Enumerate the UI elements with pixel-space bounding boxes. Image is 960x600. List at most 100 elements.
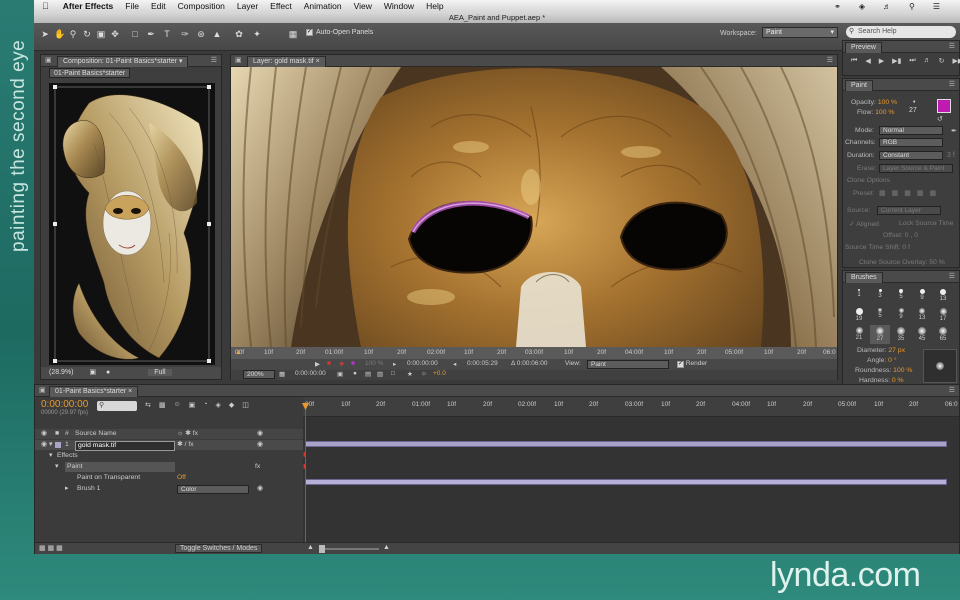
out-point-icon[interactable]: ■	[327, 360, 331, 367]
previous-frame-icon[interactable]: ◀	[865, 57, 870, 65]
type-tool-icon[interactable]: T	[162, 29, 172, 39]
brush-tip[interactable]: 1	[849, 287, 869, 306]
graph-editor-icon[interactable]: ◫	[242, 401, 249, 409]
brush-tip[interactable]: 3	[870, 287, 890, 306]
motion-blur-icon[interactable]: ◔	[203, 401, 207, 409]
grid-icon[interactable]: ▦	[279, 370, 285, 378]
brush-row[interactable]: ▸ Brush 1 Color ◉	[35, 484, 303, 494]
toggle-panes-icon[interactable]: ▦ ▦ ▦	[39, 544, 63, 552]
set-in-icon[interactable]: ▸	[393, 360, 396, 368]
rotate-tool-icon[interactable]: ↻	[82, 29, 92, 39]
swap-colors-icon[interactable]: ↺	[937, 115, 943, 123]
auto-open-panels-checkbox[interactable]: ✓	[306, 29, 313, 36]
column-source-name[interactable]: Source Name	[75, 429, 117, 439]
hardness-value[interactable]: 0 %	[892, 377, 904, 384]
brush-tip[interactable]: 9	[891, 306, 911, 325]
source-time-shift-value[interactable]: 0 f	[902, 244, 910, 251]
workspace-dropdown[interactable]: Paint ▾	[762, 27, 838, 38]
magnification-dropdown[interactable]: (28.9%)	[49, 369, 74, 376]
brush-tool-icon[interactable]: ✑	[180, 29, 190, 39]
in-point-icon[interactable]: ▶	[315, 360, 320, 368]
clone-stamp-tool-icon[interactable]: ⊛	[196, 29, 206, 39]
layer-duration-bar[interactable]	[305, 441, 947, 447]
panel-menu-icon[interactable]: ☰	[949, 272, 955, 280]
selection-tool-icon[interactable]: ➤	[40, 29, 50, 39]
composition-mini-flowchart-icon[interactable]: ⇆	[145, 401, 151, 409]
menu-view[interactable]: View	[354, 1, 372, 11]
frame-blending-icon[interactable]: ▣	[189, 401, 196, 409]
clone-preset-icon[interactable]: ▦	[879, 189, 886, 197]
region-icon[interactable]: □	[391, 370, 395, 377]
opacity-value[interactable]: 100 %	[878, 99, 897, 106]
brush-tip[interactable]: 19	[849, 306, 869, 325]
pen-tool-icon[interactable]: ✒	[146, 29, 156, 39]
panel-menu-icon[interactable]: ☰	[211, 56, 217, 64]
camera-tool-icon[interactable]: ▣	[96, 29, 106, 39]
set-out-icon[interactable]: ◂	[453, 360, 456, 368]
brush-duration-bar[interactable]	[305, 479, 947, 485]
brush-tip[interactable]: 13	[912, 306, 932, 325]
resolution-dropdown[interactable]: Full	[148, 369, 172, 376]
diameter-value[interactable]: 27 px	[888, 347, 905, 354]
clone-overlay-value[interactable]: 50 %	[929, 259, 945, 266]
shy-icon[interactable]: ☺	[174, 401, 181, 409]
color-icon[interactable]: ●	[106, 369, 110, 376]
current-time-indicator[interactable]	[305, 405, 306, 542]
menu-composition[interactable]: Composition	[178, 1, 225, 11]
lock-icon[interactable]: ▣	[39, 386, 46, 394]
show-snapshot-icon[interactable]: ●	[353, 370, 357, 377]
clone-preset-icon[interactable]: ▦	[917, 189, 924, 197]
zoom-slider-handle[interactable]	[319, 545, 325, 553]
roto-brush-tool-icon[interactable]: ✿	[234, 29, 244, 39]
apple-menu-icon[interactable]: 	[42, 1, 49, 11]
lock-icon[interactable]: ▣	[45, 56, 52, 64]
brush-tip[interactable]: 27	[870, 325, 890, 344]
eraser-tool-icon[interactable]: ▲	[212, 29, 222, 39]
tab-layer[interactable]: Layer: gold mask.tif ×	[247, 56, 326, 67]
hand-tool-icon[interactable]: ✋	[54, 29, 65, 39]
layer-row[interactable]: ◉ ▾ 1 gold mask.tif ✱ / fx ◉	[35, 440, 303, 451]
brush-tip[interactable]: 65	[933, 325, 953, 344]
layer-viewer[interactable]	[231, 67, 837, 347]
zoom-slider[interactable]	[319, 545, 379, 553]
exposure-value[interactable]: +0.0	[433, 370, 446, 377]
zoom-tool-icon[interactable]: ⚲	[68, 29, 78, 39]
menu-help[interactable]: Help	[426, 1, 443, 11]
menu-animation[interactable]: Animation	[304, 1, 342, 11]
eyedropper-icon[interactable]: ✒	[951, 127, 957, 135]
source-dropdown[interactable]: Current Layer	[877, 206, 941, 215]
brush-tip[interactable]: 13	[933, 287, 953, 306]
brush-tip[interactable]: 21	[849, 325, 869, 344]
ram-preview-icon[interactable]: ▶▶	[953, 57, 960, 65]
menu-file[interactable]: File	[125, 1, 139, 11]
menu-window[interactable]: Window	[384, 1, 414, 11]
headphones-icon[interactable]: ⚭	[834, 2, 841, 11]
panel-menu-icon[interactable]: ☰	[949, 386, 955, 394]
render-checkbox[interactable]: ✓ Render	[677, 360, 707, 368]
expand-paint-icon[interactable]: ▾	[55, 462, 58, 472]
zoom-dropdown[interactable]: 200%	[243, 370, 275, 379]
wifi-icon[interactable]: ◈	[859, 2, 865, 11]
zoom-out-icon[interactable]: ▲	[307, 544, 314, 551]
timeline-time-ruler[interactable]: 00f 10f 20f 01:00f 10f 20f 02:00f 10f 20f 03:00f 1…	[303, 397, 959, 417]
zoom-in-icon[interactable]: ▲	[383, 544, 390, 551]
panel-menu-icon[interactable]: ☰	[827, 56, 833, 64]
channels-dropdown[interactable]: RGB	[879, 138, 943, 147]
paint-effect-row[interactable]: ▾ Paint fx	[35, 462, 303, 472]
in-timecode[interactable]: 0:00:00:00	[407, 360, 438, 367]
fx-label[interactable]: fx	[255, 462, 260, 472]
audio-icon[interactable]: ♬	[924, 57, 931, 65]
toggle-switches-modes-button[interactable]: Toggle Switches / Modes	[175, 544, 263, 553]
transparency-grid-icon[interactable]: ▧	[377, 370, 383, 378]
brush-tip[interactable]: 17	[933, 306, 953, 325]
timeline-search-input[interactable]: ⚲	[97, 401, 137, 411]
out-timecode[interactable]: 0:00:05:29	[467, 360, 498, 367]
spotlight-icon[interactable]: ⚲	[909, 2, 915, 11]
volume-icon[interactable]: ♬	[883, 2, 891, 11]
parent-pickwhip-icon[interactable]: ◉	[257, 440, 263, 450]
tab-timeline[interactable]: 01-Paint Basics*starter ×	[49, 386, 139, 397]
auto-open-panels-toggle[interactable]: ✓ Auto-Open Panels	[306, 29, 373, 36]
loop-icon[interactable]: ↻	[939, 57, 945, 65]
last-frame-icon[interactable]: ⏭	[909, 57, 915, 65]
brush-tip[interactable]: 45	[912, 325, 932, 344]
